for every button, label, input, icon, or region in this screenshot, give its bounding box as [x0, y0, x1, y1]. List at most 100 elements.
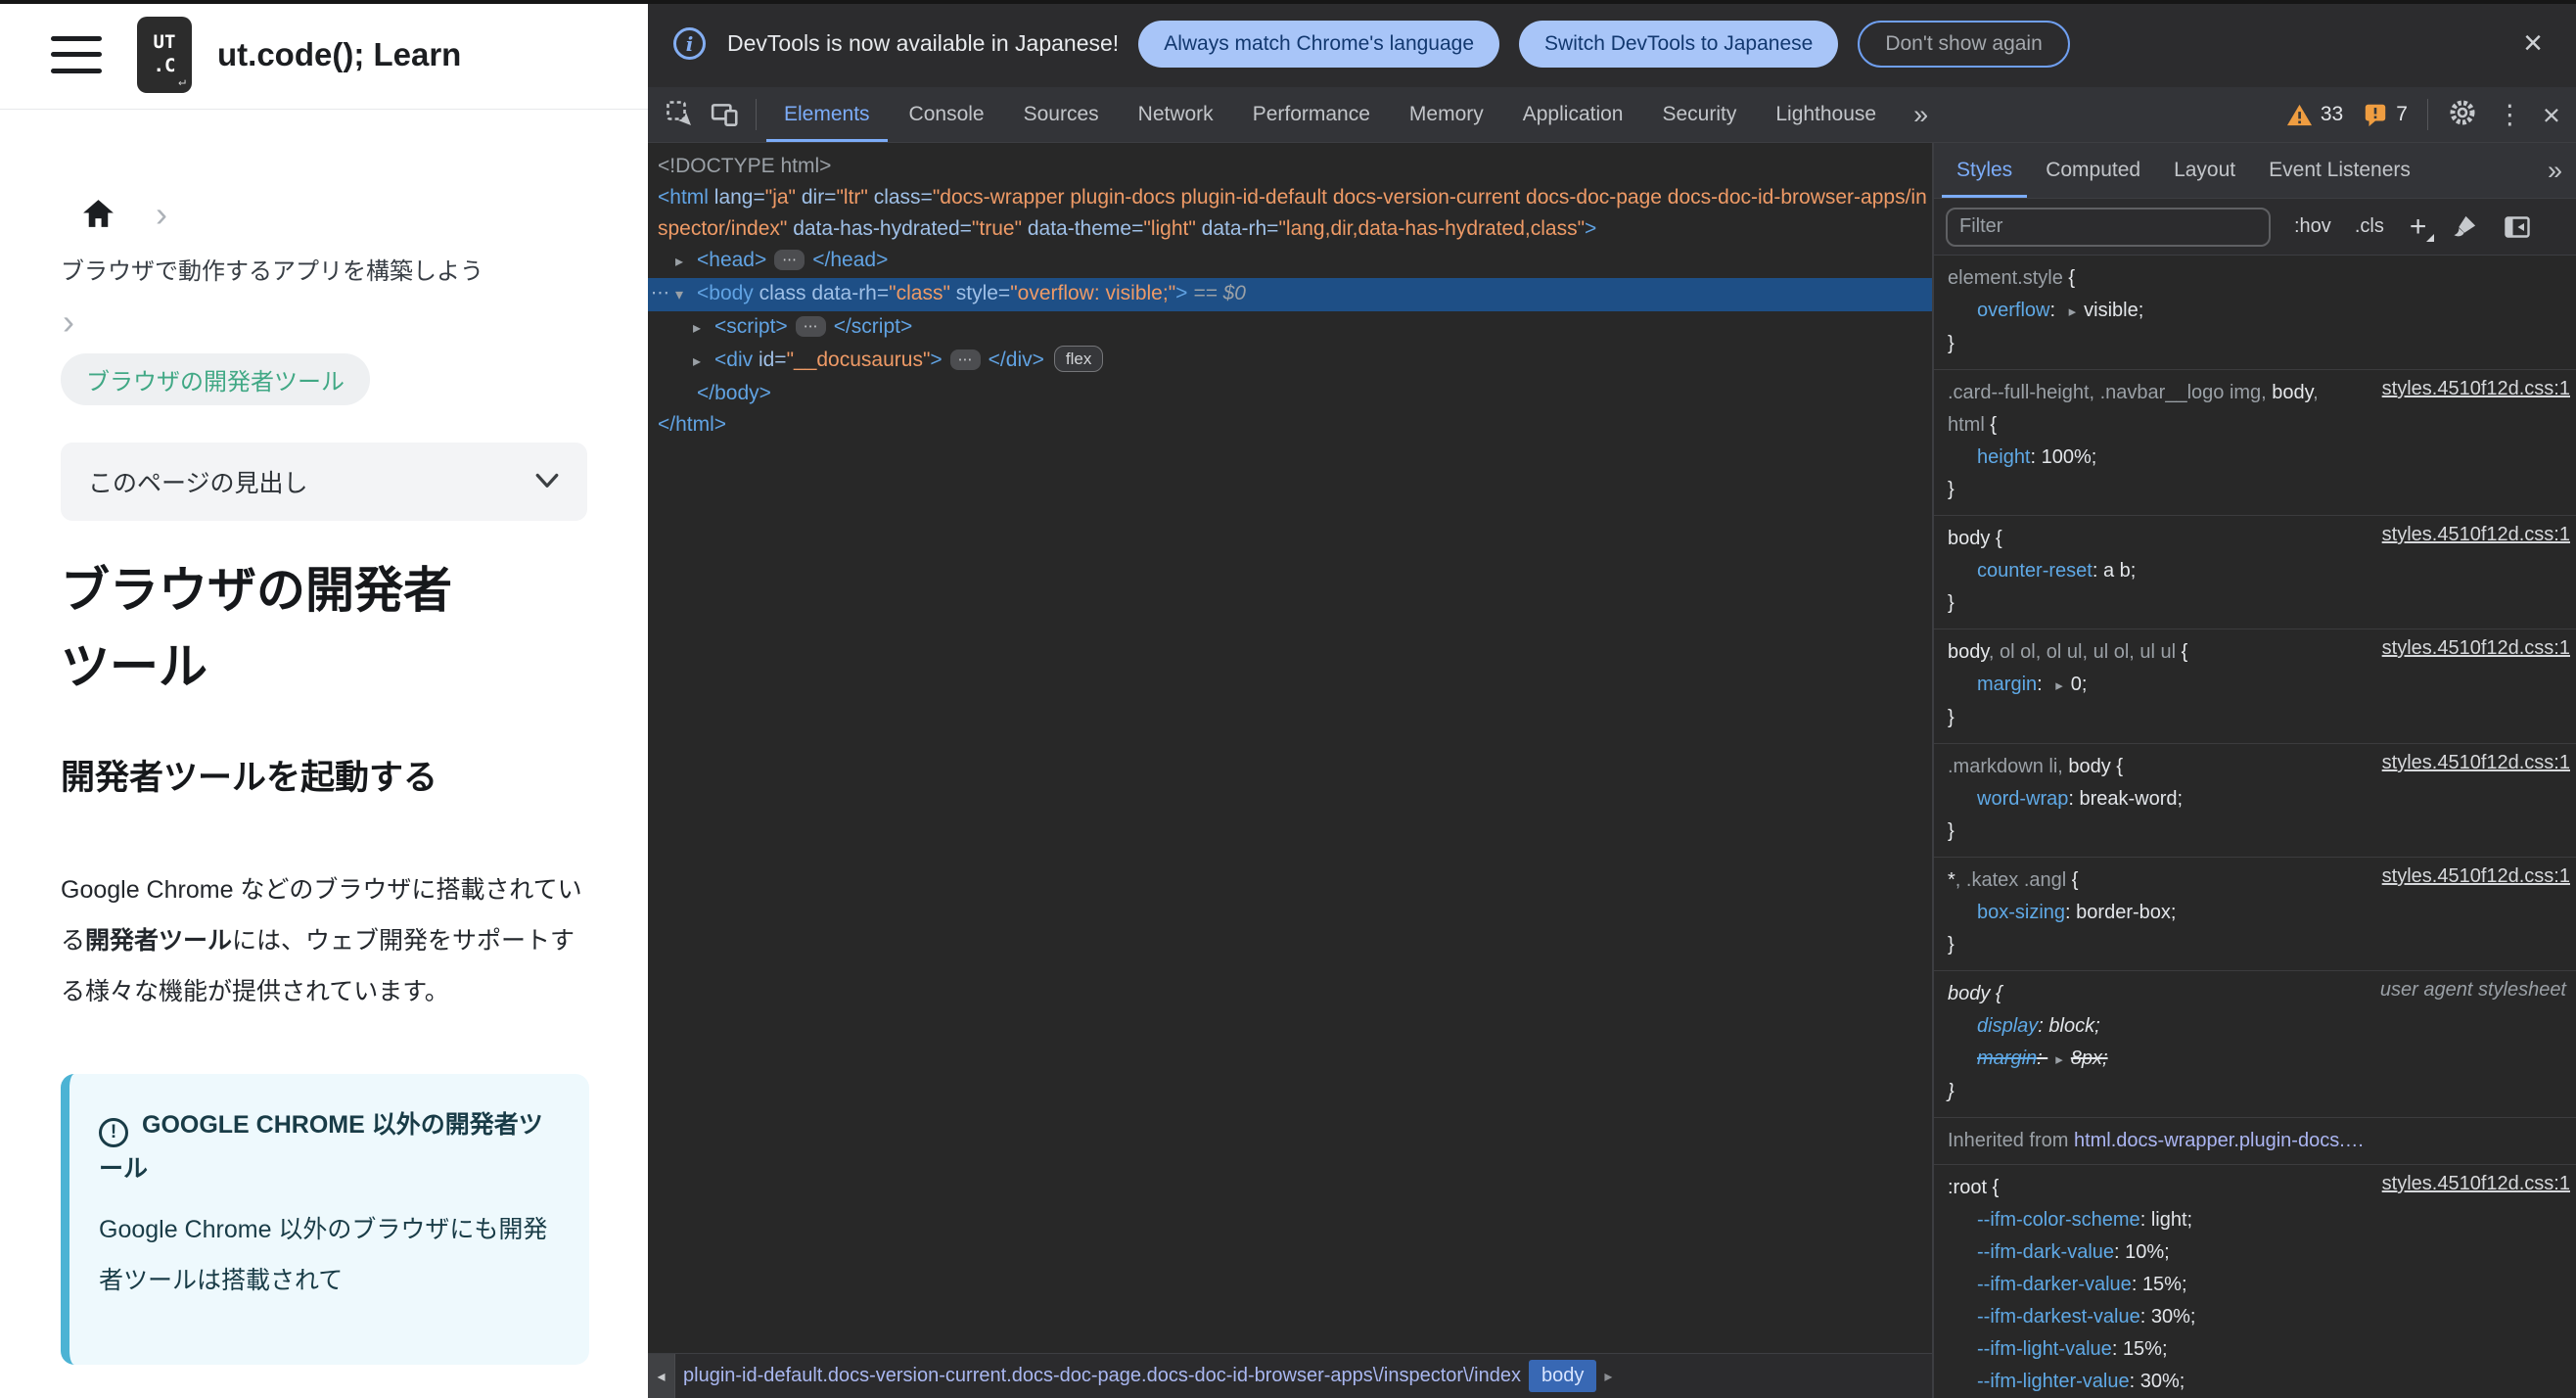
- expand-shorthand-icon[interactable]: ▸: [2055, 677, 2063, 694]
- element-class-toggle[interactable]: .cls: [2355, 215, 2384, 238]
- devtools-tab-performance[interactable]: Performance: [1233, 87, 1390, 142]
- property-value[interactable]: light;: [2151, 1209, 2192, 1231]
- devtools-tab-elements[interactable]: Elements: [764, 87, 890, 142]
- dom-node-line[interactable]: ▸ <head> ⋯ </head>: [648, 245, 1932, 278]
- property-value[interactable]: 0;: [2071, 674, 2088, 695]
- css-property[interactable]: --ifm-lighter-value: 30%;: [1934, 1366, 2576, 1398]
- sidebar-tab-computed[interactable]: Computed: [2029, 143, 2157, 198]
- property-value[interactable]: 10%;: [2125, 1241, 2170, 1263]
- property-value[interactable]: 15%;: [2142, 1274, 2187, 1295]
- property-name[interactable]: box-sizing: [1977, 902, 2065, 923]
- property-name[interactable]: overflow: [1977, 300, 2049, 321]
- property-name[interactable]: display: [1977, 1015, 2038, 1037]
- hamburger-menu-icon[interactable]: [51, 35, 102, 73]
- flex-badge[interactable]: flex: [1053, 346, 1104, 372]
- pseudo-state-toggle[interactable]: :hov: [2294, 215, 2331, 238]
- stylesheet-link[interactable]: styles.4510f12d.css:1: [2382, 1173, 2570, 1195]
- kebab-menu-icon[interactable]: ⋮: [2497, 101, 2523, 128]
- dom-node-line[interactable]: ▸ <div id="__docusaurus"> ⋯ </div> flex: [648, 345, 1932, 378]
- property-name[interactable]: --ifm-color-scheme: [1977, 1209, 2140, 1231]
- devtools-tab-memory[interactable]: Memory: [1390, 87, 1503, 142]
- property-name[interactable]: --ifm-darkest-value: [1977, 1306, 2140, 1328]
- infobar-close-icon[interactable]: ×: [2515, 24, 2551, 63]
- collapsed-content-icon[interactable]: ⋯: [949, 350, 981, 370]
- css-property[interactable]: --ifm-dark-value: 10%;: [1934, 1236, 2576, 1269]
- css-property[interactable]: --ifm-light-value: 15%;: [1934, 1333, 2576, 1366]
- issues-counter[interactable]: 7: [2363, 102, 2408, 127]
- stylesheet-link[interactable]: styles.4510f12d.css:1: [2382, 752, 2570, 774]
- property-value[interactable]: 8px;: [2071, 1048, 2108, 1069]
- css-property[interactable]: height: 100%;: [1934, 442, 2576, 474]
- css-property[interactable]: box-sizing: border-box;: [1934, 897, 2576, 929]
- property-name[interactable]: word-wrap: [1977, 788, 2068, 810]
- css-property[interactable]: margin: ▸ 0;: [1934, 669, 2576, 702]
- property-name[interactable]: --ifm-light-value: [1977, 1338, 2112, 1360]
- expand-shorthand-icon[interactable]: ▸: [2055, 1051, 2063, 1068]
- sidebar-tab-event-listeners[interactable]: Event Listeners: [2252, 143, 2427, 198]
- disclosure-closed-icon[interactable]: ▸: [693, 313, 714, 345]
- disclosure-closed-icon[interactable]: ▸: [675, 247, 697, 278]
- stylesheet-link[interactable]: styles.4510f12d.css:1: [2382, 865, 2570, 888]
- page-toc-toggle[interactable]: このページの見出し: [61, 442, 587, 521]
- expand-shorthand-icon[interactable]: ▸: [2069, 303, 2077, 320]
- property-value[interactable]: break-word;: [2079, 788, 2183, 810]
- property-name[interactable]: --ifm-dark-value: [1977, 1241, 2114, 1263]
- dom-node-line[interactable]: </html>: [648, 409, 1932, 441]
- css-property[interactable]: display: block;: [1934, 1010, 2576, 1043]
- property-name[interactable]: height: [1977, 446, 2031, 468]
- device-toolbar-icon[interactable]: [703, 87, 748, 142]
- disclosure-closed-icon[interactable]: ▸: [693, 347, 714, 378]
- collapsed-content-icon[interactable]: ⋯: [795, 316, 826, 337]
- inspect-element-icon[interactable]: [658, 87, 703, 142]
- property-value[interactable]: border-box;: [2076, 902, 2176, 923]
- stylesheet-link[interactable]: styles.4510f12d.css:1: [2382, 378, 2570, 400]
- devtools-tab-console[interactable]: Console: [890, 87, 1004, 142]
- devtools-tab-sources[interactable]: Sources: [1004, 87, 1119, 142]
- rendering-brush-icon[interactable]: [2452, 213, 2478, 240]
- css-property[interactable]: --ifm-color-scheme: light;: [1934, 1204, 2576, 1236]
- property-value[interactable]: a b;: [2103, 560, 2136, 582]
- home-icon[interactable]: [80, 196, 116, 232]
- css-property[interactable]: --ifm-darker-value: 15%;: [1934, 1269, 2576, 1301]
- devtools-close-icon[interactable]: ×: [2543, 100, 2560, 130]
- property-name[interactable]: margin: [1977, 1048, 2037, 1069]
- property-value[interactable]: 15%;: [2123, 1338, 2168, 1360]
- css-property[interactable]: margin: ▸ 8px;: [1934, 1043, 2576, 1076]
- crumbs-scroll-left-icon[interactable]: ◂: [648, 1354, 675, 1398]
- property-value[interactable]: 100%;: [2042, 446, 2097, 468]
- css-property[interactable]: --ifm-darkest-value: 30%;: [1934, 1301, 2576, 1333]
- breadcrumb-path[interactable]: plugin-id-default.docs-version-current.d…: [683, 1365, 1521, 1387]
- rule-selector[interactable]: element.style {: [1934, 262, 2576, 295]
- inherited-element-link[interactable]: html.docs-wrapper.plugin-docs.…: [2074, 1130, 2365, 1151]
- property-name[interactable]: --ifm-darker-value: [1977, 1274, 2132, 1295]
- property-name[interactable]: margin: [1977, 674, 2037, 695]
- dom-node-line[interactable]: </body>: [648, 378, 1932, 409]
- node-options-icon[interactable]: ⋯: [651, 278, 669, 309]
- devtools-tab-security[interactable]: Security: [1642, 87, 1756, 142]
- new-style-rule-icon[interactable]: +: [2410, 211, 2434, 242]
- settings-gear-icon[interactable]: [2448, 98, 2477, 132]
- styles-filter-input[interactable]: [1946, 207, 2271, 247]
- stylesheet-link[interactable]: styles.4510f12d.css:1: [2382, 524, 2570, 546]
- stylesheet-link[interactable]: styles.4510f12d.css:1: [2382, 637, 2570, 660]
- site-title[interactable]: ut.code(); Learn: [217, 36, 461, 73]
- property-value[interactable]: block;: [2048, 1015, 2099, 1037]
- property-value[interactable]: visible;: [2084, 300, 2143, 321]
- css-property[interactable]: counter-reset: a b;: [1934, 555, 2576, 587]
- property-name[interactable]: --ifm-lighter-value: [1977, 1371, 2130, 1392]
- devtools-tab-network[interactable]: Network: [1119, 87, 1233, 142]
- property-value[interactable]: 30%;: [2140, 1371, 2185, 1392]
- crumbs-scroll-right-icon[interactable]: ▸: [1604, 1367, 1612, 1386]
- match-chrome-language-button[interactable]: Always match Chrome's language: [1138, 20, 1500, 68]
- dom-node-line[interactable]: <!DOCTYPE html>: [648, 151, 1932, 182]
- dom-node-line[interactable]: ⋯ ▾ <body class data-rh="class" style="ove…: [648, 278, 1932, 311]
- breadcrumb-parent[interactable]: ブラウザで動作するアプリを構築しよう: [61, 256, 587, 289]
- switch-to-japanese-button[interactable]: Switch DevTools to Japanese: [1519, 20, 1839, 68]
- collapsed-content-icon[interactable]: ⋯: [774, 250, 805, 270]
- property-name[interactable]: counter-reset: [1977, 560, 2093, 582]
- site-logo[interactable]: UT .C ↵: [137, 16, 192, 93]
- more-sidebar-tabs-icon[interactable]: »: [2534, 143, 2576, 198]
- sidebar-tab-styles[interactable]: Styles: [1940, 143, 2029, 198]
- dont-show-again-button[interactable]: Don't show again: [1858, 20, 2070, 68]
- dom-node-line[interactable]: ▸ <script> ⋯ </script>: [648, 311, 1932, 345]
